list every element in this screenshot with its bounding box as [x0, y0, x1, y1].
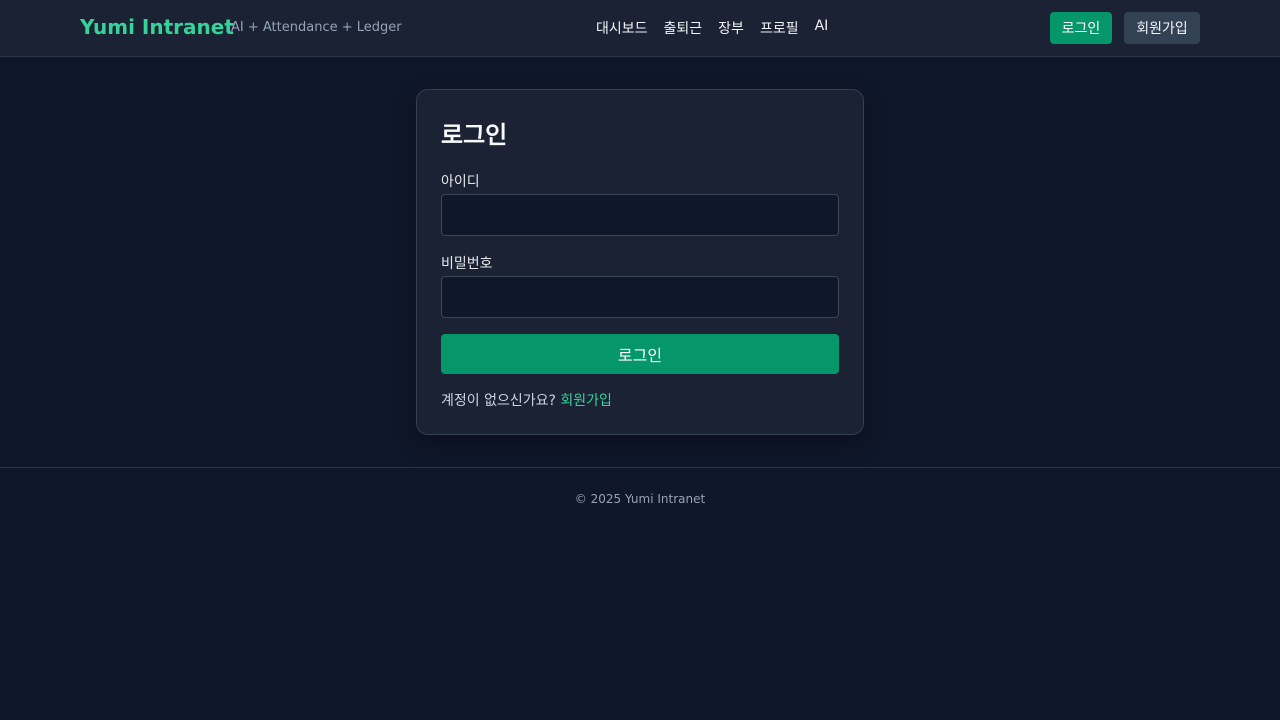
main-nav: 대시보드 출퇴근 장부 프로필 AI — [596, 18, 828, 38]
nav-item-attendance[interactable]: 출퇴근 — [664, 18, 703, 38]
username-input[interactable] — [441, 194, 839, 236]
signup-link[interactable]: 회원가입 — [560, 393, 612, 409]
nav-item-dashboard[interactable]: 대시보드 — [596, 18, 648, 38]
password-input[interactable] — [441, 276, 839, 318]
footer-divider — [0, 467, 1280, 468]
password-label: 비밀번호 — [441, 256, 493, 272]
brand-logo[interactable]: Yumi Intranet — [80, 15, 234, 39]
top-navbar: Yumi Intranet AI + Attendance + Ledger 대… — [0, 0, 1280, 57]
header-signup-button[interactable]: 회원가입 — [1124, 12, 1200, 44]
brand-tagline: AI + Attendance + Ledger — [231, 20, 402, 35]
footer-copyright: © 2025 Yumi Intranet — [574, 492, 706, 506]
page-title: 로그인 — [441, 121, 508, 149]
nav-item-ai[interactable]: AI — [815, 18, 829, 38]
nav-item-ledger[interactable]: 장부 — [718, 18, 744, 38]
login-submit-button[interactable]: 로그인 — [441, 334, 839, 374]
username-label: 아이디 — [441, 174, 480, 190]
nav-item-profile[interactable]: 프로필 — [760, 18, 799, 38]
signup-prompt: 계정이 없으신가요? 회원가입 — [441, 390, 612, 410]
header-login-button[interactable]: 로그인 — [1050, 12, 1112, 44]
login-card: 로그인 아이디 비밀번호 로그인 계정이 없으신가요? 회원가입 — [416, 89, 864, 435]
no-account-text: 계정이 없으신가요? — [441, 393, 556, 409]
